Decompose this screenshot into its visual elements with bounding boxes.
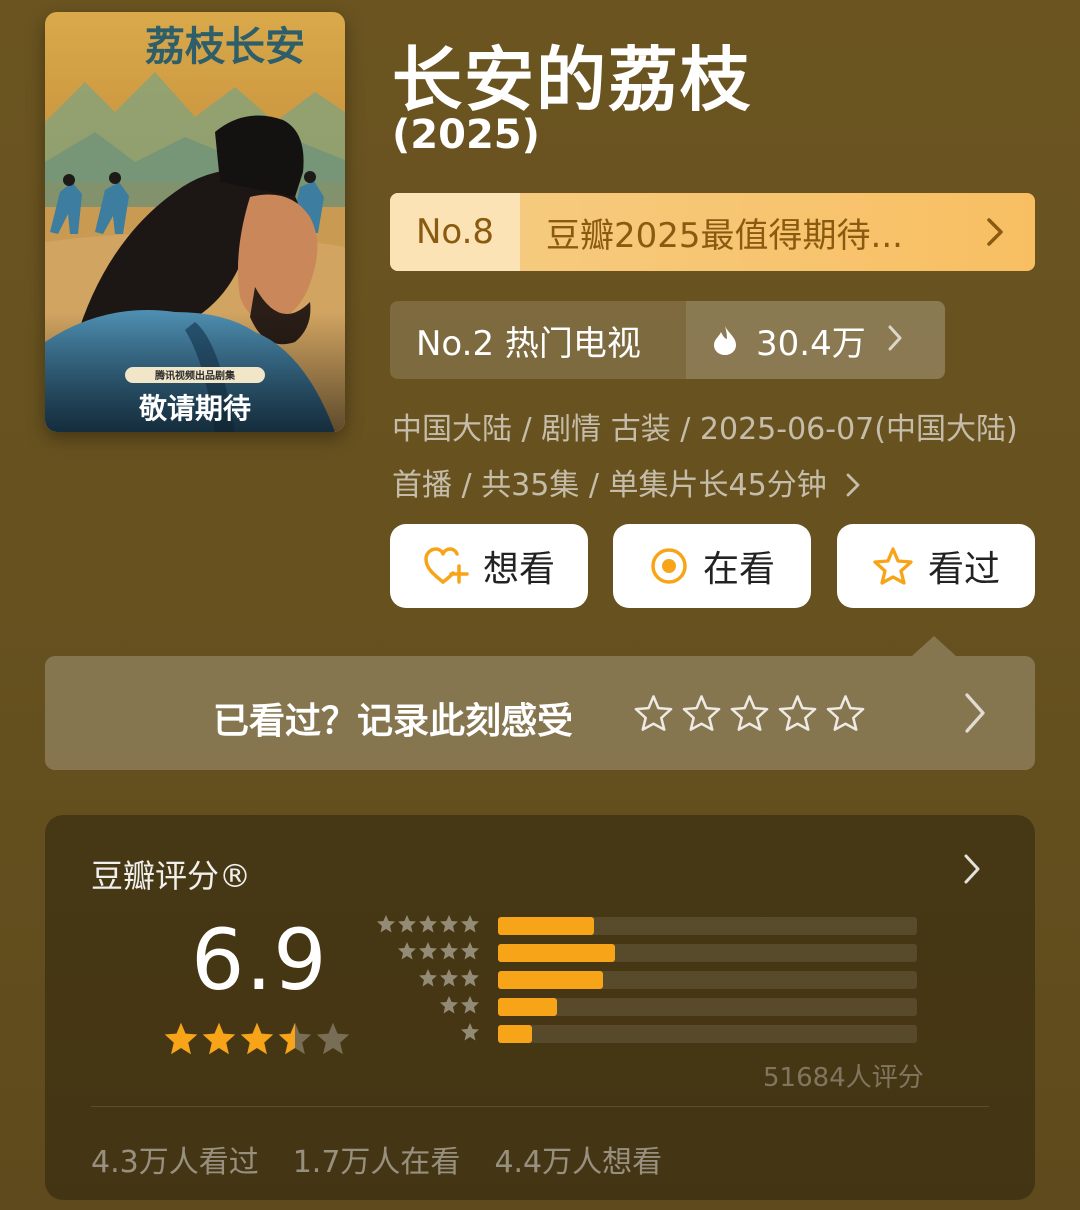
poster-title-art: 荔枝长安 <box>145 23 305 70</box>
rank-list-name: 豆瓣2025最值得期待... <box>546 215 903 256</box>
hot-tv-rank: No.2 热门电视 <box>416 323 641 364</box>
mark-actions: 想看 在看 看过 <box>390 524 1035 608</box>
rank-list-banner[interactable]: No.8 豆瓣2025最值得期待... <box>390 193 1035 271</box>
distribution-star-label <box>418 968 480 988</box>
hot-tv-banner[interactable]: No.2 热门电视 30.4万 <box>390 301 945 379</box>
small-star-icon <box>461 996 479 1014</box>
douban-rating-card[interactable]: 豆瓣评分® 6.9 51684人评分 4.3万人看过 1.7万人在看 4.4万人… <box>45 815 1035 1200</box>
small-star-icon <box>440 969 458 987</box>
score-stars <box>163 1021 351 1057</box>
star-outline-icon[interactable] <box>681 693 722 733</box>
small-star-icon <box>398 942 416 960</box>
distribution-star-label <box>397 941 480 961</box>
star-outline-icon[interactable] <box>729 693 770 733</box>
chevron-right-icon <box>955 193 1035 271</box>
rating-card-title: 豆瓣评分® <box>91 857 252 895</box>
tooltip-pointer <box>912 636 956 656</box>
chevron-right-icon <box>963 691 987 739</box>
small-star-icon <box>440 996 458 1014</box>
distribution-bar-track <box>498 1025 917 1043</box>
distribution-row-2-star <box>375 994 920 1021</box>
star-filled-icon <box>240 1022 274 1055</box>
small-star-icon <box>461 1023 479 1041</box>
chevron-right-icon <box>963 853 981 889</box>
page-title: 长安的荔枝 <box>392 39 752 121</box>
watched-button[interactable]: 看过 <box>837 524 1035 608</box>
hot-count: 30.4万 <box>756 323 866 364</box>
star-filled-icon <box>164 1022 198 1055</box>
target-circle-icon <box>651 548 687 584</box>
distribution-star-label <box>376 914 480 934</box>
rate-prompt-bar[interactable]: 已看过？记录此刻感受 <box>45 656 1035 770</box>
release-year: (2025) <box>392 112 540 158</box>
watching-button[interactable]: 在看 <box>613 524 811 608</box>
rating-score: 6.9 <box>191 911 328 1009</box>
chevron-right-icon <box>888 320 902 360</box>
small-star-icon <box>440 915 458 933</box>
watched-count: 4.3万人看过 <box>91 1145 259 1180</box>
star-outline-icon[interactable] <box>825 693 866 733</box>
small-star-icon <box>377 915 395 933</box>
star-half-icon <box>278 1022 312 1055</box>
meta-text: 中国大陆 / 剧情 古装 / 2025-06-07(中国大陆)首播 / 共35集… <box>392 412 1018 503</box>
want-to-watch-button[interactable]: 想看 <box>390 524 588 608</box>
small-star-icon <box>419 915 437 933</box>
star-outline-icon[interactable] <box>633 693 674 733</box>
poster-producer-tag: 腾讯视频出品剧集 <box>154 369 236 382</box>
show-meta-info[interactable]: 中国大陆 / 剧情 古装 / 2025-06-07(中国大陆)首播 / 共35集… <box>392 402 1022 514</box>
distribution-row-5-star <box>375 913 920 940</box>
heart-plus-icon <box>424 547 469 584</box>
small-star-icon <box>398 915 416 933</box>
distribution-row-1-star <box>375 1021 920 1048</box>
rating-stars-input[interactable] <box>633 693 866 733</box>
flame-icon <box>714 326 736 355</box>
watch-stats: 4.3万人看过 1.7万人在看 4.4万人想看 <box>91 1137 662 1181</box>
distribution-bar-fill <box>498 917 595 935</box>
divider <box>91 1106 989 1107</box>
watched-label: 看过 <box>927 549 1000 590</box>
distribution-star-label <box>439 995 480 1015</box>
small-star-icon <box>461 942 479 960</box>
rating-distribution <box>375 913 920 1048</box>
poster-slogan: 敬请期待 <box>138 392 251 425</box>
watching-count: 1.7万人在看 <box>292 1145 461 1180</box>
distribution-bar-track <box>498 917 917 935</box>
small-star-icon <box>461 969 479 987</box>
star-empty-icon <box>316 1022 350 1055</box>
distribution-row-3-star <box>375 967 920 994</box>
chevron-right-icon <box>836 468 860 503</box>
distribution-bar-fill <box>498 971 603 989</box>
hot-count-section: 30.4万 <box>686 301 945 379</box>
star-outline-icon[interactable] <box>777 693 818 733</box>
distribution-bar-fill <box>498 944 616 962</box>
star-filled-icon <box>202 1022 236 1055</box>
distribution-star-label <box>460 1022 480 1042</box>
distribution-bar-track <box>498 944 917 962</box>
want-to-watch-label: 想看 <box>482 549 555 590</box>
small-star-icon <box>419 942 437 960</box>
distribution-bar-fill <box>498 998 557 1016</box>
watching-label: 在看 <box>702 549 775 590</box>
distribution-bar-track <box>498 971 917 989</box>
distribution-bar-fill <box>498 1025 532 1043</box>
vote-count: 51684人评分 <box>763 1063 924 1093</box>
poster-image[interactable]: 荔枝长安 腾讯视频出品剧集 敬请期待 <box>45 12 345 432</box>
small-star-icon <box>419 969 437 987</box>
small-star-icon <box>440 942 458 960</box>
rate-prompt-text: 已看过？记录此刻感受 <box>213 701 574 742</box>
want-count: 4.4万人想看 <box>494 1145 663 1180</box>
distribution-bar-track <box>498 998 917 1016</box>
rank-number: No.8 <box>390 193 520 271</box>
star-outline-icon <box>873 547 913 585</box>
distribution-row-4-star <box>375 940 920 967</box>
small-star-icon <box>461 915 479 933</box>
